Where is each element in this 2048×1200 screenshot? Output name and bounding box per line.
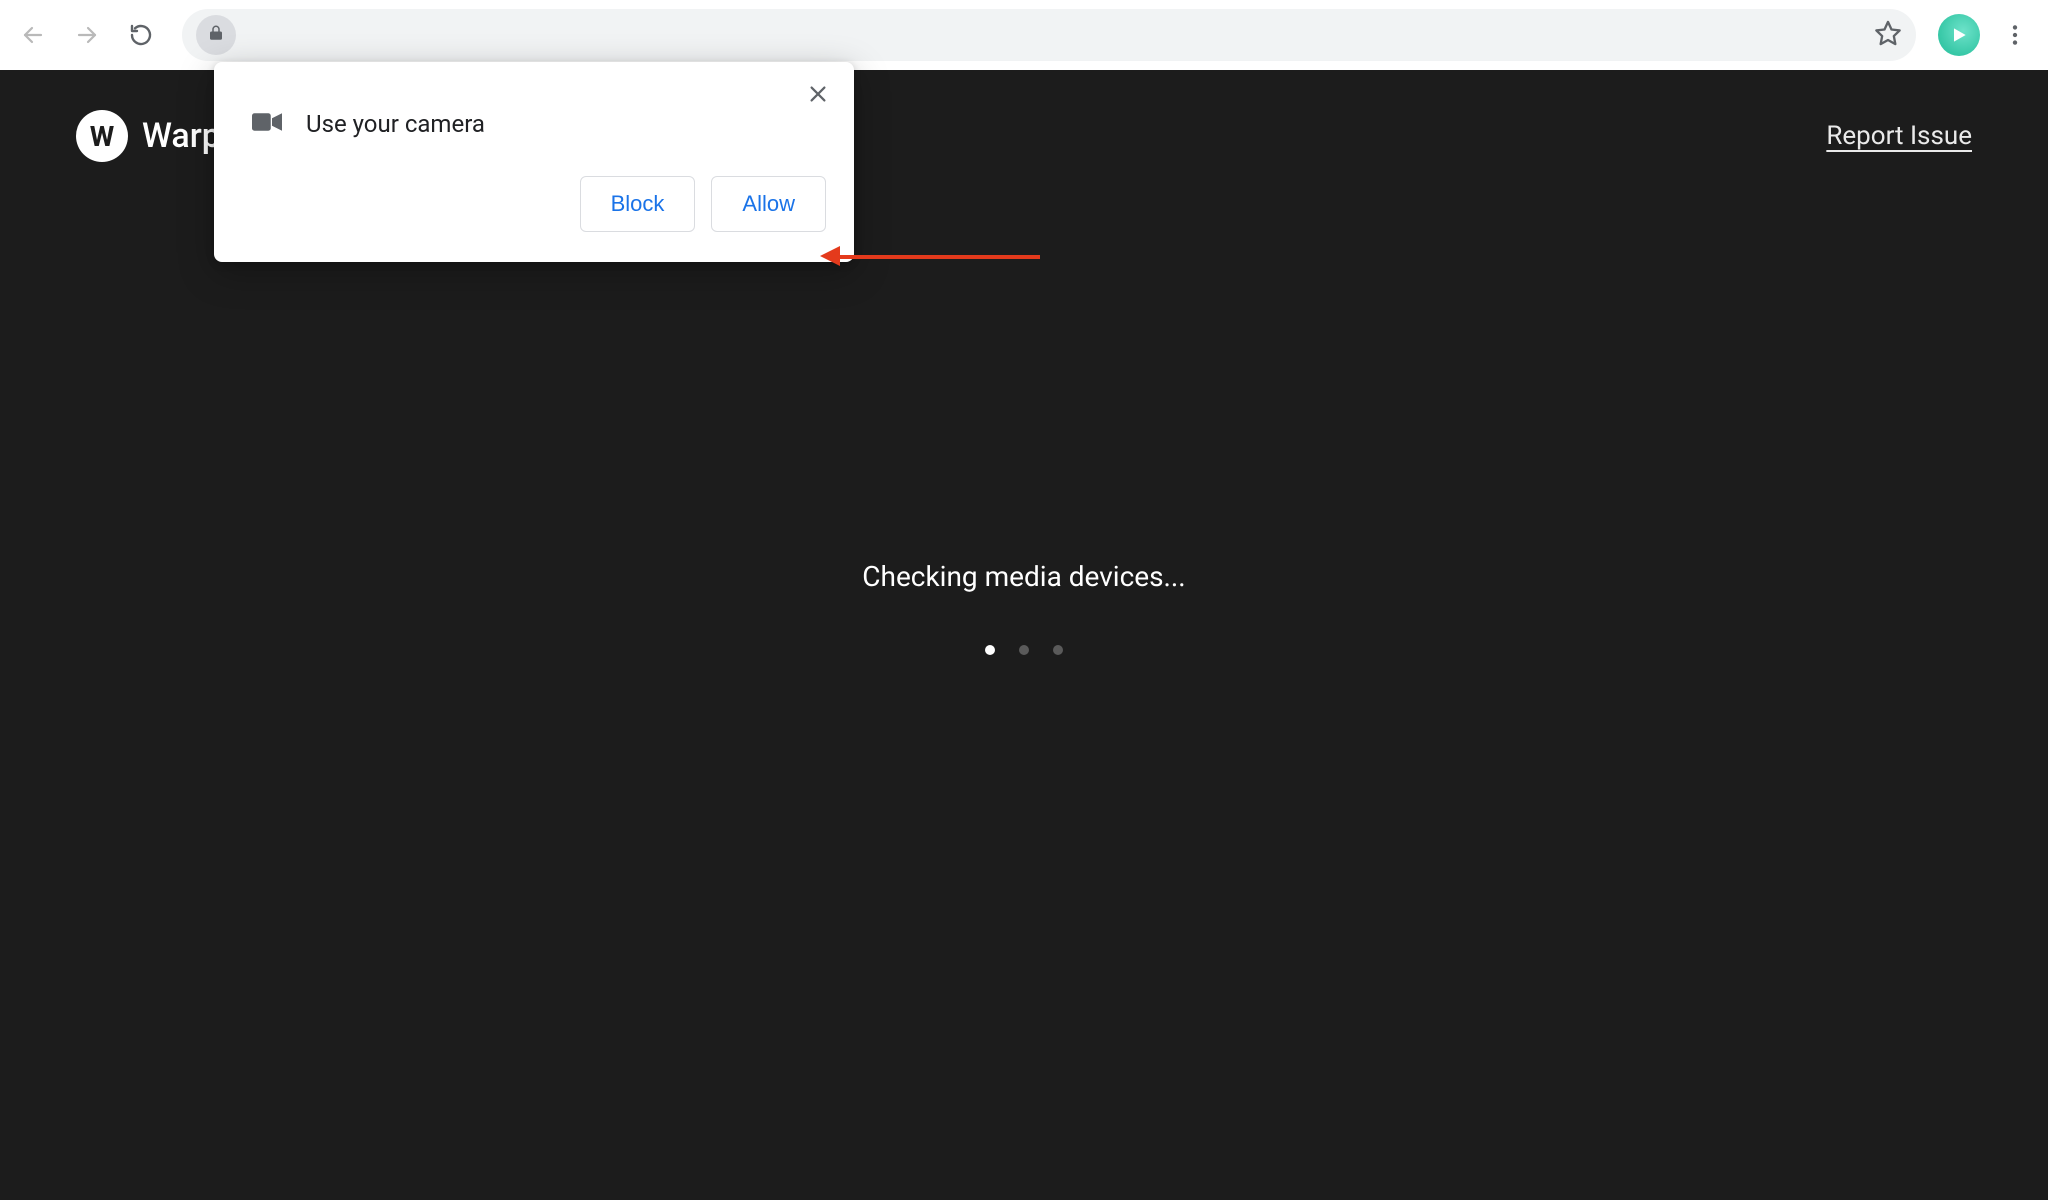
status-area: Checking media devices...: [0, 560, 2048, 655]
block-button[interactable]: Block: [580, 176, 696, 232]
lock-icon: [207, 24, 225, 46]
permission-message: Use your camera: [306, 110, 485, 138]
dot-icon: [1019, 645, 1029, 655]
camera-icon: [252, 110, 282, 138]
status-text: Checking media devices...: [0, 560, 2048, 593]
site-info-button[interactable]: [196, 15, 236, 55]
dot-icon: [1053, 645, 1063, 655]
report-issue-link[interactable]: Report Issue: [1826, 121, 1972, 151]
loading-dots: [0, 645, 2048, 655]
back-button[interactable]: [14, 16, 52, 54]
browser-menu-button[interactable]: [1996, 16, 2034, 54]
bookmark-button[interactable]: [1874, 19, 1902, 51]
brand: W Warp: [76, 110, 221, 162]
forward-button[interactable]: [68, 16, 106, 54]
camera-permission-prompt: Use your camera Block Allow: [214, 62, 854, 262]
reload-button[interactable]: [122, 16, 160, 54]
brand-badge: W: [76, 110, 128, 162]
address-bar[interactable]: [182, 9, 1916, 61]
dot-icon: [985, 645, 995, 655]
close-button[interactable]: [800, 78, 836, 114]
close-icon: [807, 83, 829, 109]
browser-toolbar: [0, 0, 2048, 70]
allow-button[interactable]: Allow: [711, 176, 826, 232]
profile-avatar[interactable]: [1938, 14, 1980, 56]
brand-name: Warp: [142, 116, 221, 156]
